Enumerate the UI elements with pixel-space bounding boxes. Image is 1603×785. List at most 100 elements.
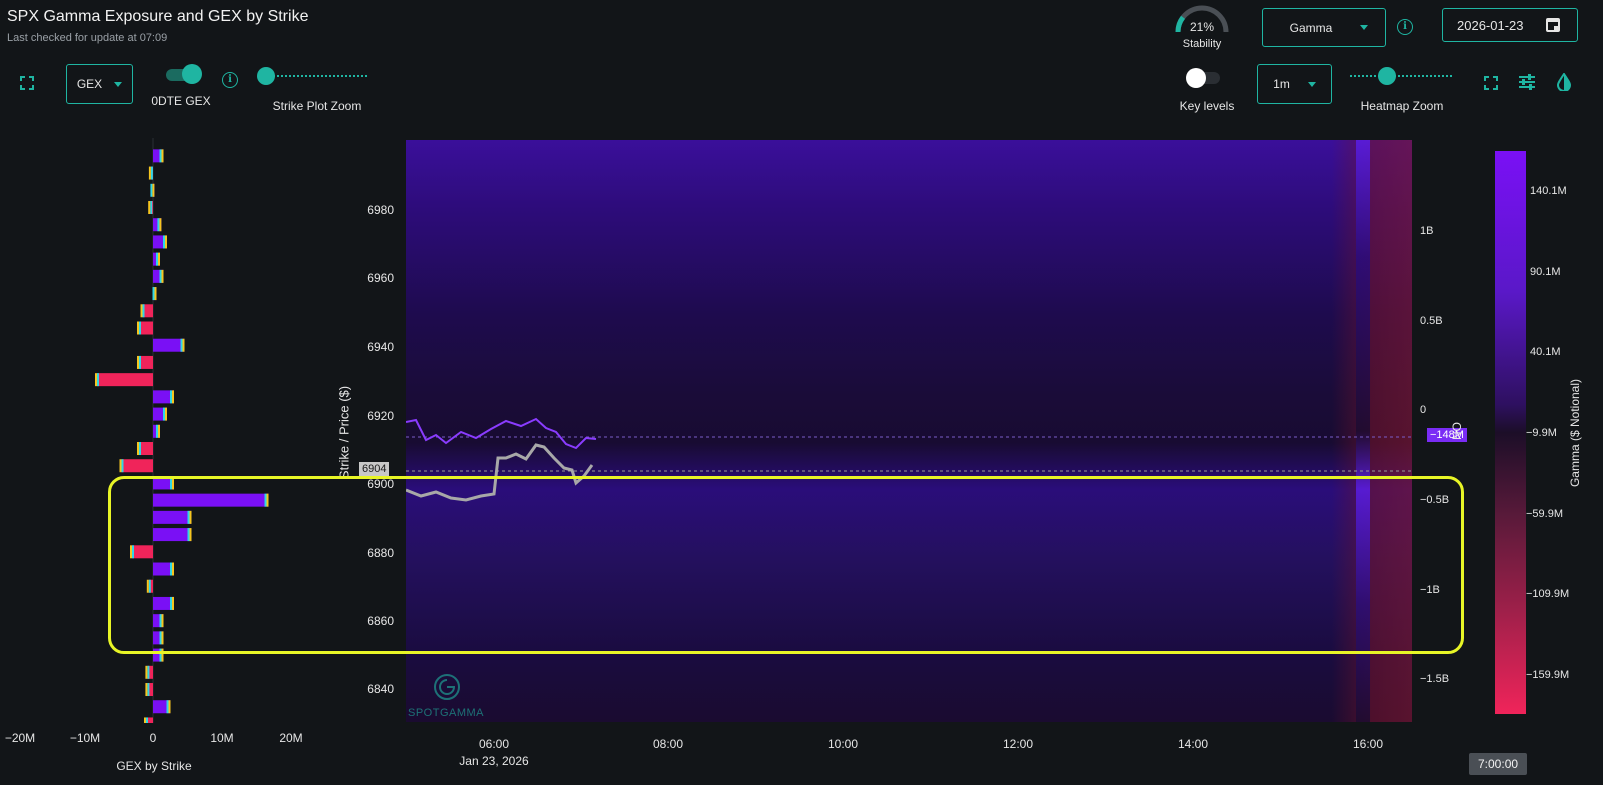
gex-bar-cap [97,373,99,387]
gex-bar [97,373,153,387]
gex-bar-cap [163,407,165,421]
strike-x-tick: −20M [4,731,36,745]
gex-bar-cap [142,304,145,318]
heatmap-y-tick: 6940 [367,340,394,354]
gex-bar-cap [156,424,158,438]
gex-bar-cap [161,149,164,163]
strike-zoom-label: Strike Plot Zoom [272,99,362,113]
right-axis-tick: 0.5B [1420,315,1443,327]
right-axis-tick: 1B [1420,225,1434,237]
gex-bar-cap [158,424,160,438]
gex-bar-cap [157,218,160,232]
odte-label: 0DTE GEX [151,94,211,108]
gex-select[interactable]: GEX [66,64,133,104]
right-axis-tick: −1.5B [1420,673,1450,685]
gex-bar-cap [145,665,148,679]
gex-bar-cap [166,700,169,714]
price-tag: 6904 [359,462,390,476]
info-icon[interactable]: i [222,72,238,88]
fullscreen-icon[interactable] [20,76,34,90]
colorbar-tick: 90.1M [1530,266,1561,278]
date-picker[interactable]: 2026-01-23 [1442,8,1578,42]
gex-bar-cap [147,665,150,679]
gex-bar-cap [145,683,148,697]
key-levels-toggle[interactable] [1186,68,1222,88]
gex-bar-cap [144,717,146,723]
gex-bar-cap [172,390,174,404]
gex-bar-cap [150,183,153,197]
gex-bar [153,338,185,352]
metric-select-value: Gamma [1289,20,1333,35]
gex-bar-cap [148,166,151,180]
gex-bar-cap [170,390,172,404]
gex-bar-cap [140,304,143,318]
gex-bar [139,355,153,369]
interval-select-value: 1m [1273,77,1290,91]
strike-x-tick: 20M [279,731,303,745]
gex-bar-cap [180,338,183,352]
colorbar-tick: −59.9M [1526,508,1563,520]
gex-bar-cap [137,442,139,456]
page-title: SPX Gamma Exposure and GEX by Strike [7,8,309,25]
gex-bar [139,442,153,456]
gex-bar-cap [182,338,185,352]
gex-bar-cap [159,269,162,283]
gex-bar-cap [156,252,158,266]
heatmap-x-tick: 12:00 [1002,737,1034,751]
strike-zoom-slider[interactable] [257,66,369,86]
gex-bar-cap [159,218,162,232]
gex-bar [121,459,153,473]
gex-bar-cap [152,287,155,301]
gex-bar-cap [148,201,151,214]
stability-value: 21% [1189,20,1215,34]
colorbar-tick: −159.9M [1526,669,1570,681]
gex-bar-cap [139,321,141,335]
gex-bar-cap [161,269,164,283]
interval-select[interactable]: 1m [1257,64,1332,104]
info-icon[interactable]: i [1397,19,1413,35]
gex-bar-cap [95,373,97,387]
gex-bar [139,321,153,335]
colorbar-tick: 140.1M [1530,185,1567,197]
colorbar-tick: 40.1M [1530,346,1561,358]
gex-bar-cap [119,459,122,473]
strike-x-tick: 10M [210,731,234,745]
gex-bar-cap [139,442,141,456]
spotgamma-logo-icon [432,672,462,702]
heatmap-x-tick: 14:00 [1177,737,1209,751]
gex-bar-cap [137,355,139,369]
chevron-down-icon [1307,81,1316,87]
stability-gauge: 21% Stability [1172,4,1232,52]
expand-icon[interactable] [1484,76,1498,90]
heatmap-x-tick: 06:00 [478,737,510,751]
net-gex-line [406,417,597,450]
gex-bar-cap [139,355,141,369]
heatmap-zoom-slider[interactable] [1350,66,1454,86]
gex-bar-cap [159,149,162,163]
right-axis-label: NO [1450,422,1464,440]
gex-select-value: GEX [76,77,103,91]
heatmap-y-tick: 6960 [367,271,394,285]
calendar-icon [1545,18,1560,32]
metric-select[interactable]: Gamma [1262,8,1386,47]
settings-sliders-icon[interactable] [1518,74,1536,90]
gex-bar-cap [168,700,171,714]
key-levels-label: Key levels [1179,99,1235,113]
strike-x-tick: −10M [69,731,101,745]
stability-label: Stability [1182,38,1222,50]
chevron-down-icon [1360,25,1369,30]
last-update-text: Last checked for update at 07:09 [7,32,168,44]
highlight-box [108,476,1464,654]
gamma-colorbar [1495,151,1526,714]
heatmap-y-tick: 6840 [367,682,394,696]
gex-bar-cap [121,459,124,473]
colorbar-tick: −9.9M [1526,427,1557,439]
contrast-icon[interactable] [1555,72,1573,92]
heatmap-x-tick: 08:00 [652,737,684,751]
right-axis-tick: 0 [1420,404,1427,416]
odte-toggle[interactable] [166,64,206,86]
gex-bar-cap [152,183,155,197]
heatmap-x-tick: 16:00 [1352,737,1384,751]
heatmap-y-tick: 6980 [367,203,394,217]
gex-bar-cap [147,683,150,697]
